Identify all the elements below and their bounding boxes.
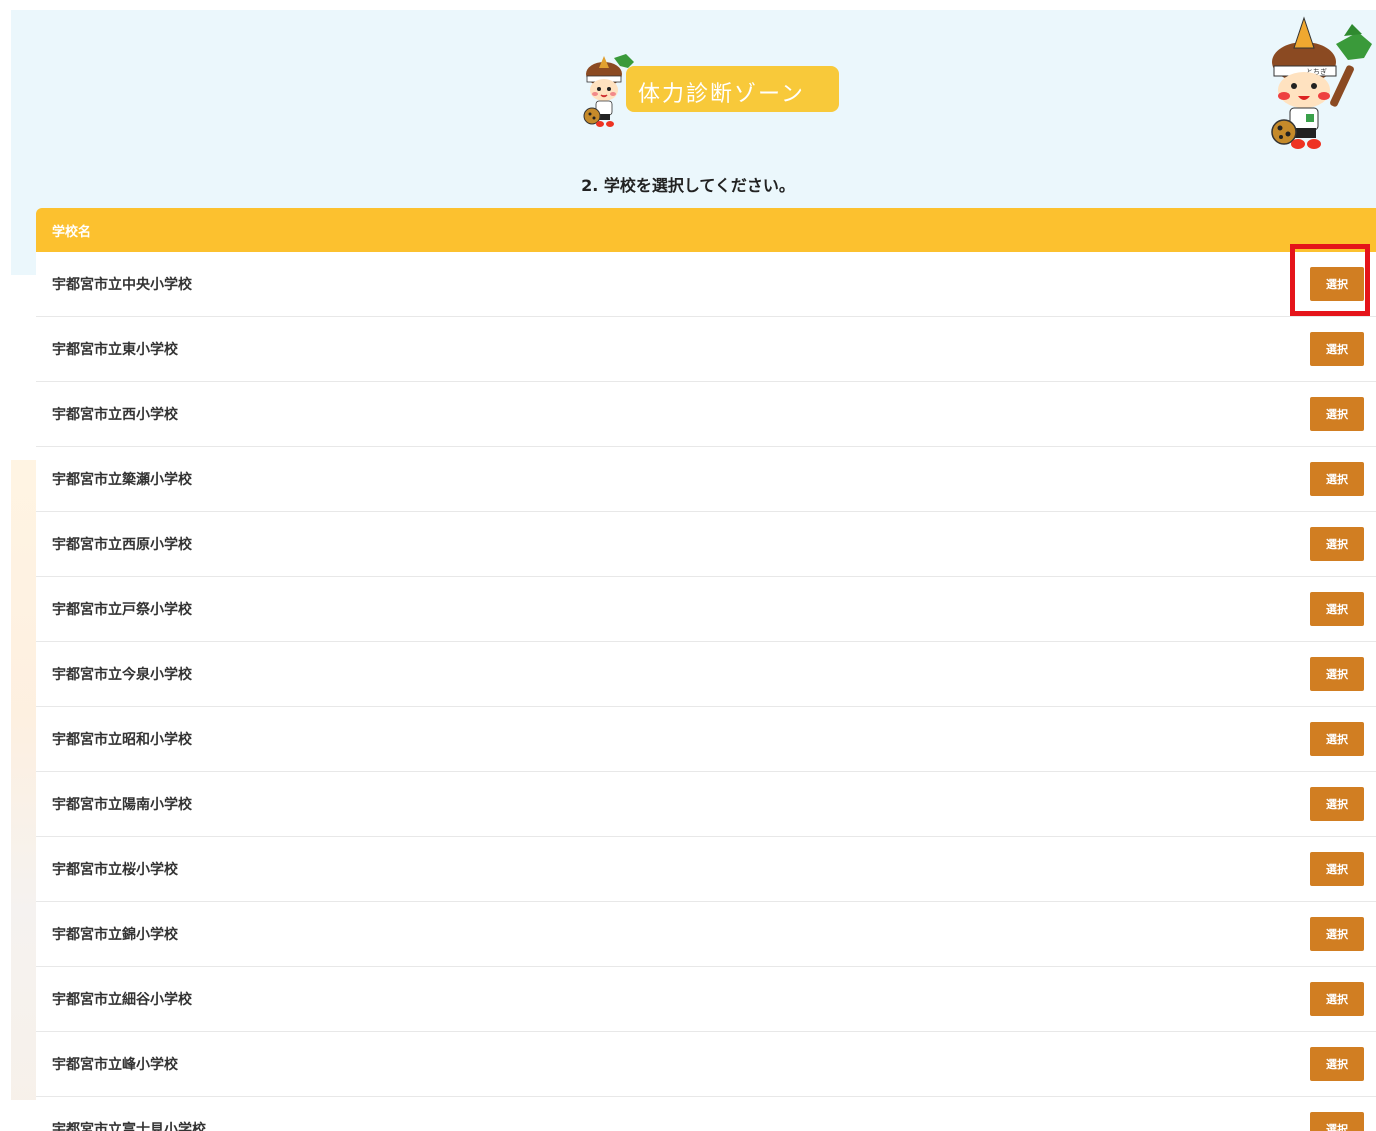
table-row: 宇都宮市立西小学校 選択 xyxy=(36,382,1376,447)
table-row: 宇都宮市立富士見小学校 選択 xyxy=(36,1097,1376,1131)
select-button[interactable]: 選択 xyxy=(1310,527,1364,561)
select-button[interactable]: 選択 xyxy=(1310,462,1364,496)
table-row: 宇都宮市立桜小学校 選択 xyxy=(36,837,1376,902)
school-table: 学校名 宇都宮市立中央小学校 選択 宇都宮市立東小学校 選択 宇都宮市立西小学校… xyxy=(36,208,1376,1131)
school-name: 宇都宮市立錦小学校 xyxy=(52,927,178,943)
select-button[interactable]: 選択 xyxy=(1310,1112,1364,1131)
select-button[interactable]: 選択 xyxy=(1310,852,1364,886)
column-header-school-name: 学校名 xyxy=(52,224,92,240)
background-illustration-strip xyxy=(11,460,36,1100)
school-name: 宇都宮市立東小学校 xyxy=(52,342,178,358)
school-name: 宇都宮市立簗瀬小学校 xyxy=(52,472,192,488)
select-button[interactable]: 選択 xyxy=(1310,397,1364,431)
select-button[interactable]: 選択 xyxy=(1310,592,1364,626)
select-button[interactable]: 選択 xyxy=(1310,267,1364,301)
school-name: 宇都宮市立桜小学校 xyxy=(52,862,178,878)
select-button[interactable]: 選択 xyxy=(1310,1047,1364,1081)
select-button[interactable]: 選択 xyxy=(1310,657,1364,691)
mascot-large-icon: とちぎ xyxy=(1271,16,1372,149)
table-row: 宇都宮市立陽南小学校 選択 xyxy=(36,772,1376,837)
select-button[interactable]: 選択 xyxy=(1310,982,1364,1016)
table-row: 宇都宮市立簗瀬小学校 選択 xyxy=(36,447,1376,512)
select-button[interactable]: 選択 xyxy=(1310,722,1364,756)
table-header: 学校名 xyxy=(36,208,1376,252)
table-row: 宇都宮市立東小学校 選択 xyxy=(36,317,1376,382)
school-name: 宇都宮市立富士見小学校 xyxy=(52,1122,206,1131)
school-name: 宇都宮市立今泉小学校 xyxy=(52,667,192,683)
table-row: 宇都宮市立今泉小学校 選択 xyxy=(36,642,1376,707)
table-row: 宇都宮市立昭和小学校 選択 xyxy=(36,707,1376,772)
school-name: 宇都宮市立中央小学校 xyxy=(52,277,192,293)
select-button[interactable]: 選択 xyxy=(1310,332,1364,366)
school-name: 宇都宮市立陽南小学校 xyxy=(52,797,192,813)
table-row: 宇都宮市立錦小学校 選択 xyxy=(36,902,1376,967)
mascot-small-icon xyxy=(583,54,634,127)
table-row: 宇都宮市立中央小学校 選択 xyxy=(36,252,1376,317)
school-name: 宇都宮市立戸祭小学校 xyxy=(52,602,192,618)
school-name: 宇都宮市立西原小学校 xyxy=(52,537,192,553)
table-row: 宇都宮市立西原小学校 選択 xyxy=(36,512,1376,577)
school-name: 宇都宮市立峰小学校 xyxy=(52,1057,178,1073)
school-name: 宇都宮市立昭和小学校 xyxy=(52,732,192,748)
school-name: 宇都宮市立西小学校 xyxy=(52,407,178,423)
table-row: 宇都宮市立細谷小学校 選択 xyxy=(36,967,1376,1032)
zone-logo: 体力診断ゾーン xyxy=(576,52,841,132)
logo-title: 体力診断ゾーン xyxy=(638,82,805,107)
school-name: 宇都宮市立細谷小学校 xyxy=(52,992,192,1008)
page: 体力診断ゾーン とちぎ 2. 学校を選択してください。 学校名 宇都宮市立中央小… xyxy=(0,0,1376,1131)
table-row: 宇都宮市立峰小学校 選択 xyxy=(36,1032,1376,1097)
page-instruction: 2. 学校を選択してください。 xyxy=(581,176,795,195)
select-button[interactable]: 選択 xyxy=(1310,787,1364,821)
table-row: 宇都宮市立戸祭小学校 選択 xyxy=(36,577,1376,642)
select-button[interactable]: 選択 xyxy=(1310,917,1364,951)
